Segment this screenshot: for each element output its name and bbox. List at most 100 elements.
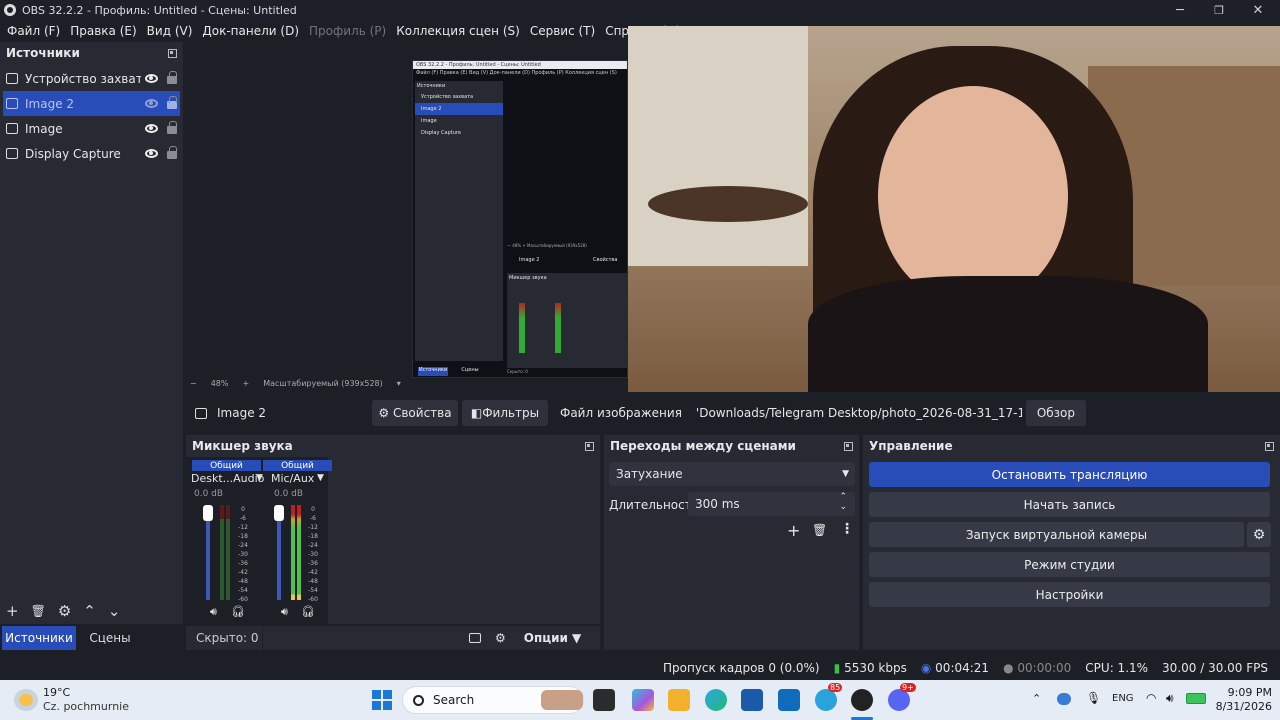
visibility-eye-icon[interactable] bbox=[145, 74, 158, 83]
undock-icon[interactable] bbox=[168, 48, 177, 58]
discord-icon[interactable] bbox=[888, 689, 910, 711]
move-up-icon[interactable]: ⌃ bbox=[83, 602, 96, 620]
headphones-icon[interactable]: 🎧︎ bbox=[301, 605, 315, 618]
menu-edit[interactable]: Правка (E) bbox=[65, 24, 141, 38]
chevron-down-icon[interactable]: ▼ bbox=[572, 631, 581, 645]
file-path-field[interactable]: 'Downloads/Telegram Desktop/photo_2026-0… bbox=[691, 400, 1022, 426]
studio-mode-button[interactable]: Режим студии bbox=[869, 552, 1270, 577]
telegram-icon[interactable] bbox=[815, 689, 837, 711]
speaker-icon[interactable]: 🔊︎ bbox=[210, 605, 217, 619]
battery-icon[interactable] bbox=[1186, 693, 1206, 704]
lock-icon[interactable] bbox=[167, 71, 177, 84]
scale-mode[interactable]: Масштабируемый (939x528) bbox=[263, 379, 383, 388]
taskbar-search-box[interactable]: Search bbox=[402, 686, 584, 714]
clock-time[interactable]: 9:09 PM bbox=[1220, 686, 1272, 699]
source-item-display-capture[interactable]: Display Capture bbox=[0, 141, 183, 166]
source-item-capture-device[interactable]: Устройство захвата bbox=[0, 66, 183, 91]
virtual-camera-settings-icon[interactable]: ⚙ bbox=[1247, 522, 1271, 547]
record-timer: ● 00:00:00 bbox=[1003, 661, 1071, 675]
menu-file[interactable]: Файл (F) bbox=[2, 24, 65, 38]
outlook-icon[interactable] bbox=[778, 689, 800, 711]
menu-tools[interactable]: Сервис (T) bbox=[525, 24, 600, 38]
windows-start-icon[interactable] bbox=[372, 690, 392, 710]
audio-mixer-dock: Микшер звука Общий Общий Deskt...Audio ▼… bbox=[186, 435, 600, 624]
minimize-button[interactable]: ─ bbox=[1160, 0, 1200, 20]
tray-overflow-icon[interactable]: ⌃ bbox=[1032, 692, 1041, 705]
mixer-settings-icon[interactable]: ⚙ bbox=[495, 631, 506, 645]
stepper-down-icon[interactable]: ⌄ bbox=[839, 502, 847, 512]
remove-source-icon[interactable]: 🗑 bbox=[31, 604, 46, 618]
microphone-icon[interactable]: 🎙︎ bbox=[1086, 691, 1101, 705]
obs-taskbar-icon[interactable] bbox=[851, 689, 873, 711]
filters-button[interactable]: ◧ Фильтры bbox=[462, 400, 548, 426]
zoom-out-button[interactable]: − bbox=[190, 379, 197, 388]
duration-input[interactable]: 300 ms ⌃ ⌄ bbox=[688, 492, 855, 516]
chevron-down-icon[interactable]: ▼ bbox=[317, 473, 324, 483]
language-indicator[interactable]: ENG bbox=[1112, 693, 1134, 704]
broadcast-icon: ◉ bbox=[920, 661, 932, 675]
menu-profile[interactable]: Профиль (P) bbox=[304, 24, 391, 38]
transition-select[interactable]: Затухание ▼ bbox=[609, 462, 855, 486]
lock-icon[interactable] bbox=[167, 146, 177, 159]
file-explorer-icon[interactable] bbox=[668, 689, 690, 711]
more-options-icon[interactable]: ⋮ bbox=[840, 521, 854, 537]
chevron-down-icon[interactable]: ▼ bbox=[256, 473, 263, 483]
browse-button[interactable]: Обзор bbox=[1025, 400, 1086, 426]
copilot-icon[interactable] bbox=[632, 689, 654, 711]
weather-cloud-sun-icon[interactable] bbox=[14, 689, 38, 711]
add-source-icon[interactable]: + bbox=[6, 602, 19, 620]
source-item-image-2[interactable]: Image 2 bbox=[3, 91, 180, 116]
mixer-title: Микшер звука bbox=[192, 439, 293, 453]
undock-icon[interactable] bbox=[844, 441, 853, 451]
chevron-down-icon[interactable]: ▾ bbox=[397, 379, 401, 388]
properties-button[interactable]: ⚙ Свойства bbox=[372, 400, 458, 426]
properties-label: Свойства bbox=[392, 406, 452, 420]
image-icon bbox=[6, 123, 18, 134]
source-item-image[interactable]: Image bbox=[0, 116, 183, 141]
headphones-icon[interactable]: 🎧︎ bbox=[231, 605, 245, 618]
onedrive-icon[interactable] bbox=[1057, 693, 1071, 705]
tab-scenes[interactable]: Сцены bbox=[80, 626, 140, 650]
remove-transition-icon[interactable]: 🗑︎ bbox=[812, 523, 827, 537]
visibility-eye-icon[interactable] bbox=[145, 149, 158, 158]
channel-name: Deskt...Audio bbox=[191, 472, 265, 485]
add-transition-icon[interactable]: + bbox=[787, 521, 800, 540]
tab-sources[interactable]: Источники bbox=[2, 626, 76, 650]
stop-streaming-button[interactable]: Остановить трансляцию bbox=[869, 462, 1270, 487]
close-button[interactable]: ✕ bbox=[1238, 0, 1278, 20]
zoom-in-button[interactable]: + bbox=[242, 379, 249, 388]
level-meter bbox=[226, 505, 230, 600]
monitor-icon bbox=[6, 148, 18, 159]
start-virtual-camera-button[interactable]: Запуск виртуальной камеры bbox=[869, 522, 1244, 547]
edge-browser-icon[interactable] bbox=[705, 689, 727, 711]
table-top bbox=[648, 186, 808, 222]
volume-slider-handle[interactable] bbox=[274, 505, 284, 521]
menu-scene-collection[interactable]: Коллекция сцен (S) bbox=[391, 24, 525, 38]
volume-slider-handle[interactable] bbox=[203, 505, 213, 521]
task-view-icon[interactable] bbox=[593, 689, 615, 711]
stepper-up-icon[interactable]: ⌃ bbox=[839, 492, 847, 502]
start-recording-button[interactable]: Начать запись bbox=[869, 492, 1270, 517]
visibility-eye-icon[interactable] bbox=[145, 124, 158, 133]
zoom-bar: − 48% + Масштабируемый (939x528) ▾ bbox=[190, 376, 430, 390]
visibility-eye-hidden-icon[interactable] bbox=[145, 99, 158, 108]
speaker-icon[interactable]: 🔊︎ bbox=[281, 605, 288, 619]
settings-button[interactable]: Настройки bbox=[869, 582, 1270, 607]
wifi-icon[interactable]: ◠ bbox=[1146, 691, 1156, 705]
menu-docks[interactable]: Док-панели (D) bbox=[197, 24, 304, 38]
lock-icon[interactable] bbox=[167, 96, 177, 109]
maximize-button[interactable]: ❐ bbox=[1199, 0, 1239, 20]
layout-toggle-icon[interactable] bbox=[469, 633, 481, 643]
volume-icon[interactable]: 🔊︎ bbox=[1166, 691, 1174, 706]
source-settings-icon[interactable]: ⚙ bbox=[58, 602, 71, 620]
options-button[interactable]: Опции bbox=[524, 631, 568, 645]
scale-tick: -30 bbox=[308, 551, 318, 558]
move-down-icon[interactable]: ⌄ bbox=[108, 602, 121, 620]
store-icon[interactable] bbox=[741, 689, 763, 711]
clock-date[interactable]: 8/31/2026 bbox=[1212, 700, 1272, 713]
lock-icon[interactable] bbox=[167, 121, 177, 134]
channel-name: Mic/Aux bbox=[271, 472, 315, 485]
menu-view[interactable]: Вид (V) bbox=[142, 24, 198, 38]
undock-icon[interactable] bbox=[585, 441, 594, 451]
undock-icon[interactable] bbox=[1265, 441, 1274, 451]
